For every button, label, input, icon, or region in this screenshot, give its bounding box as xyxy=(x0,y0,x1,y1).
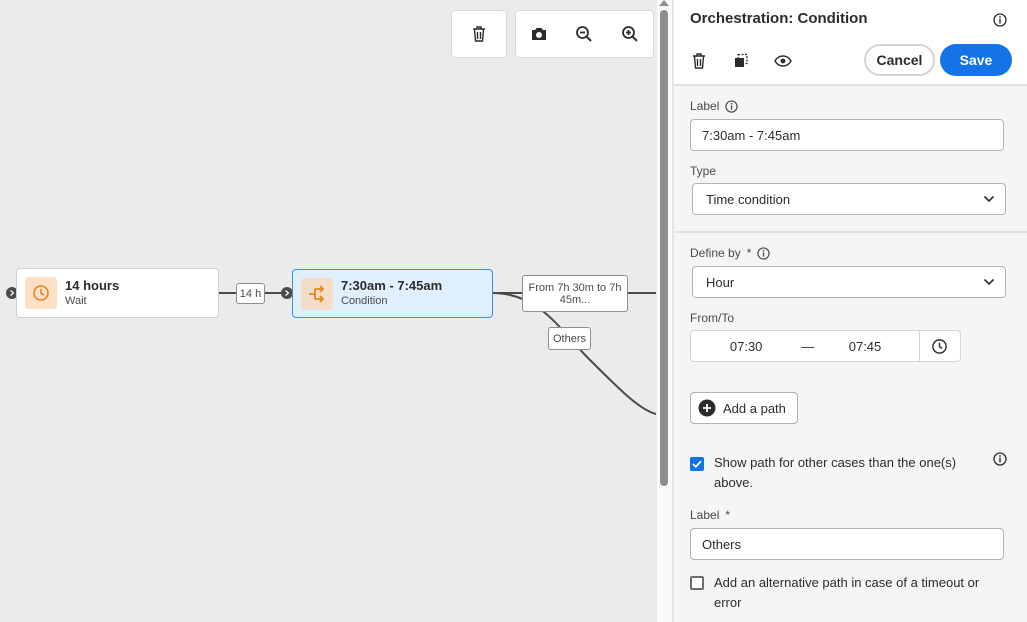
canvas-view-toolbar xyxy=(515,10,654,58)
label-text: Label xyxy=(690,99,720,113)
node-title: 7:30am - 7:45am xyxy=(341,278,443,293)
scroll-up-arrow[interactable] xyxy=(659,0,669,6)
condition-node[interactable]: 7:30am - 7:45am Condition xyxy=(292,269,493,318)
info-icon[interactable] xyxy=(725,99,739,113)
edge-label-wait[interactable]: 14 h xyxy=(236,283,265,304)
other-label-field-label: Label * xyxy=(690,508,730,522)
type-select[interactable]: Time condition xyxy=(692,183,1006,215)
chevron-down-icon xyxy=(983,195,995,203)
required-mark: * xyxy=(725,508,731,522)
show-other-path-checkbox[interactable] xyxy=(690,457,704,471)
info-icon[interactable] xyxy=(757,246,771,260)
canvas-delete-toolbar xyxy=(451,10,507,58)
to-time-input[interactable]: 07:45 xyxy=(811,339,918,354)
node-subtitle: Wait xyxy=(65,294,87,307)
define-by-value: Hour xyxy=(706,274,735,290)
label-text: Label xyxy=(690,508,720,522)
chevron-down-icon xyxy=(983,278,995,286)
node-subtitle: Condition xyxy=(341,295,388,307)
clock-icon[interactable] xyxy=(918,331,960,361)
label-field-label: Label xyxy=(690,99,739,113)
zoom-in-icon[interactable] xyxy=(609,11,651,57)
from-time-input[interactable]: 07:30 xyxy=(691,339,801,354)
wait-node[interactable]: 14 hours Wait xyxy=(16,268,219,318)
define-by-label: Define by * xyxy=(690,246,771,260)
info-icon[interactable] xyxy=(992,451,1008,467)
label-type-section: Label 7:30am - 7:45am Type Time conditio… xyxy=(674,86,1027,231)
add-circle-icon xyxy=(698,399,716,417)
time-condition-section: Define by * Hour From/To 07:30 — 07:45 A… xyxy=(674,233,1027,622)
scrollbar-thumb[interactable] xyxy=(660,10,668,486)
clock-icon xyxy=(25,277,57,309)
save-button[interactable]: Save xyxy=(940,44,1012,76)
trash-icon[interactable] xyxy=(458,11,500,57)
define-by-select[interactable]: Hour xyxy=(692,266,1006,298)
cancel-button[interactable]: Cancel xyxy=(864,44,935,76)
edge-label-main-path[interactable]: From 7h 30m to 7h 45m... xyxy=(522,275,628,312)
define-by-text: Define by xyxy=(690,246,741,260)
timeout-path-checkbox[interactable] xyxy=(690,576,704,590)
info-icon[interactable] xyxy=(992,12,1008,28)
other-label-input[interactable]: Others xyxy=(690,528,1004,560)
type-select-value: Time condition xyxy=(706,191,791,207)
duplicate-icon[interactable] xyxy=(730,50,752,72)
timeout-path-text: Add an alternative path in case of a tim… xyxy=(714,575,980,610)
camera-icon[interactable] xyxy=(518,11,560,57)
condition-icon xyxy=(301,277,333,310)
properties-panel: Orchestration: Condition Cancel Save Lab… xyxy=(674,0,1027,622)
type-field-label: Type xyxy=(690,164,717,178)
journey-canvas[interactable]: 14 hours Wait 14 h 7:30am - 7:45am Condi… xyxy=(0,0,656,622)
panel-title: Orchestration: Condition xyxy=(690,10,868,27)
show-other-path-text: Show path for other cases than the one(s… xyxy=(714,455,957,490)
add-path-label: Add a path xyxy=(723,400,786,416)
zoom-out-icon[interactable] xyxy=(563,11,605,57)
required-mark: * xyxy=(746,246,752,260)
trash-icon[interactable] xyxy=(688,50,710,72)
add-path-button[interactable]: Add a path xyxy=(690,392,798,424)
edge-label-others-path[interactable]: Others xyxy=(548,327,591,350)
time-range-field: 07:30 — 07:45 xyxy=(690,330,961,362)
node-title: 14 hours xyxy=(65,277,120,293)
eye-icon[interactable] xyxy=(772,50,794,72)
from-to-label: From/To xyxy=(690,311,735,325)
label-input[interactable]: 7:30am - 7:45am xyxy=(690,119,1004,151)
